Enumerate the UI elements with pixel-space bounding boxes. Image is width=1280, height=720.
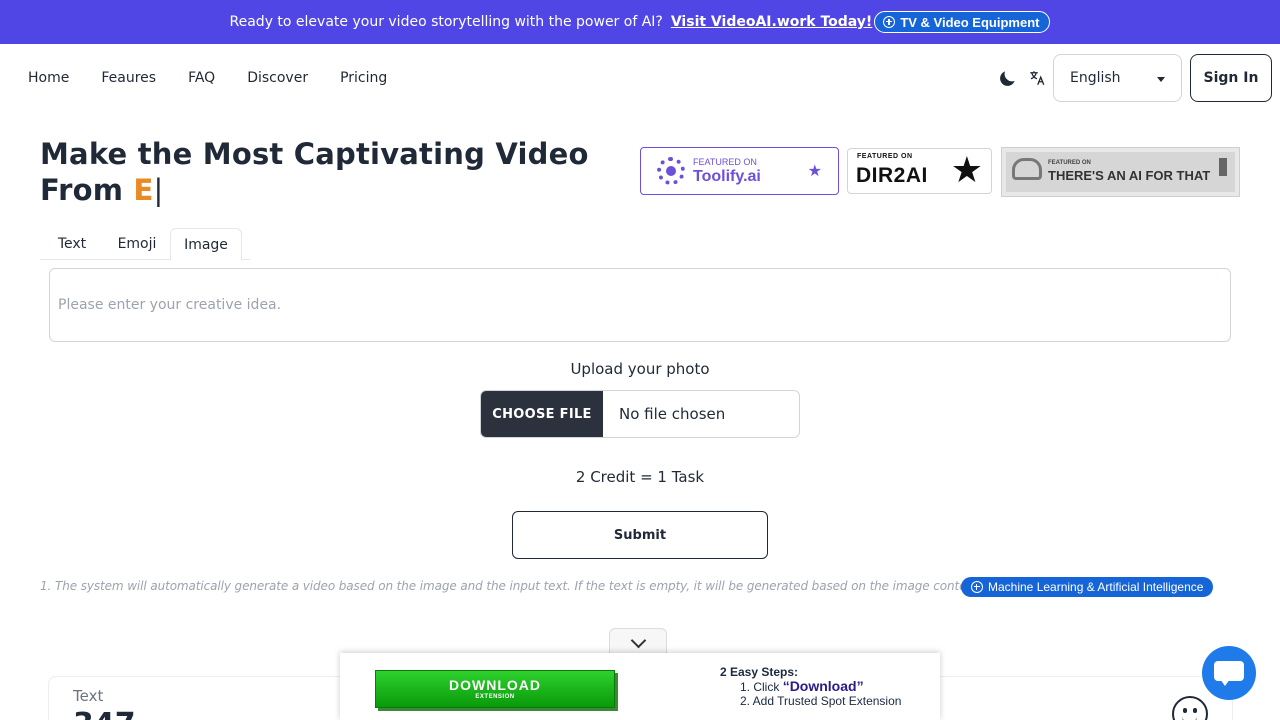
bookmark-icon — [1219, 158, 1227, 176]
stats-value: 347 — [73, 707, 136, 720]
step-2: 2. Add Trusted Spot Extension — [740, 694, 902, 708]
toolify-logo-icon — [657, 157, 685, 185]
banner-message: Ready to elevate your video storytelling… — [229, 14, 663, 30]
language-selected: English — [1070, 70, 1121, 86]
aift-featured-text: FEATURED ON — [1048, 160, 1091, 166]
dir2ai-featured-text: FEATURED ON — [857, 153, 913, 160]
generation-note: 1. The system will automatically generat… — [40, 579, 983, 593]
sign-in-button[interactable]: Sign In — [1190, 54, 1272, 102]
star-icon: ★ — [950, 150, 983, 191]
chat-bubble-icon[interactable] — [1202, 646, 1256, 700]
typed-text: E — [133, 173, 154, 207]
tab-text[interactable]: Text — [40, 228, 104, 260]
nav-faq[interactable]: FAQ — [188, 70, 215, 86]
ml-ai-pill-button[interactable]: Machine Learning & Artificial Intelligen… — [961, 577, 1213, 597]
title-line-2-prefix: From — [40, 173, 134, 207]
banner-pill-label: TV & Video Equipment — [900, 14, 1040, 30]
toolify-name: Toolify.ai — [693, 168, 761, 185]
nav-pricing[interactable]: Pricing — [340, 70, 387, 86]
moon-icon[interactable] — [998, 68, 1018, 88]
translate-icon[interactable] — [1028, 68, 1046, 88]
download-extension-button[interactable]: DOWNLOAD EXTENSION — [375, 670, 615, 708]
language-select[interactable]: English — [1053, 54, 1182, 102]
step-1-bold: “Download” — [782, 678, 864, 694]
plus-circle-icon — [883, 16, 896, 28]
banner-link[interactable]: Visit VideoAI.work Today! — [671, 14, 872, 30]
download-label: DOWNLOAD — [449, 677, 541, 693]
download-sub-label: EXTENSION — [475, 694, 515, 700]
main-nav: Home Feaures FAQ Discover Pricing Englis… — [0, 54, 1280, 102]
title-line-1: Make the Most Captivating Video — [40, 137, 589, 171]
nav-features[interactable]: Feaures — [101, 70, 156, 86]
idea-input[interactable] — [49, 268, 1231, 342]
plus-circle-icon — [971, 581, 983, 593]
star-icon: ★ — [807, 161, 822, 180]
file-input[interactable]: CHOOSE FILE No file chosen — [480, 390, 800, 438]
choose-file-button[interactable]: CHOOSE FILE — [481, 391, 603, 437]
nav-links: Home Feaures FAQ Discover Pricing — [28, 54, 419, 102]
arm-icon — [1012, 158, 1042, 180]
stats-label: Text — [73, 687, 104, 705]
top-banner: Ready to elevate your video storytelling… — [0, 0, 1280, 44]
step-1: 1. Click “Download” — [720, 679, 901, 694]
aift-name: THERE'S AN AI FOR THAT — [1048, 168, 1211, 183]
caret-down-icon — [1157, 77, 1165, 82]
file-status: No file chosen — [619, 405, 726, 423]
theresanaiforthat-badge[interactable]: FEATURED ON THERE'S AN AI FOR THAT — [1001, 147, 1240, 197]
credit-info: 2 Credit = 1 Task — [575, 468, 705, 486]
steps-title: 2 Easy Steps: — [720, 665, 799, 679]
banner-pill-button[interactable]: TV & Video Equipment — [874, 11, 1051, 33]
submit-button[interactable]: Submit — [512, 511, 768, 559]
ad-collapse-chevron-icon[interactable] — [609, 628, 667, 656]
dir2ai-badge[interactable]: FEATURED ON DIR2AI ★ — [847, 148, 992, 194]
ad-steps: 2 Easy Steps: 1. Click “Download” 2. Add… — [720, 665, 901, 708]
tab-image[interactable]: Image — [170, 228, 242, 261]
page-title: Make the Most Captivating Video From E| — [40, 136, 600, 208]
step-1-prefix: 1. Click — [740, 680, 783, 694]
input-mode-tabs: Text Emoji Image — [40, 228, 250, 261]
nav-discover[interactable]: Discover — [247, 70, 308, 86]
dir2ai-name: DIR2AI — [856, 164, 928, 187]
upload-label: Upload your photo — [570, 360, 710, 378]
toolify-badge[interactable]: FEATURED ON Toolify.ai ★ — [640, 147, 839, 195]
nav-home[interactable]: Home — [28, 70, 69, 86]
toolify-featured-text: FEATURED ON — [693, 157, 757, 167]
tab-emoji[interactable]: Emoji — [104, 228, 170, 260]
download-ad: DOWNLOAD EXTENSION 2 Easy Steps: 1. Clic… — [340, 653, 940, 720]
ml-ai-pill-label: Machine Learning & Artificial Intelligen… — [988, 580, 1204, 594]
typing-cursor: | — [153, 173, 164, 207]
